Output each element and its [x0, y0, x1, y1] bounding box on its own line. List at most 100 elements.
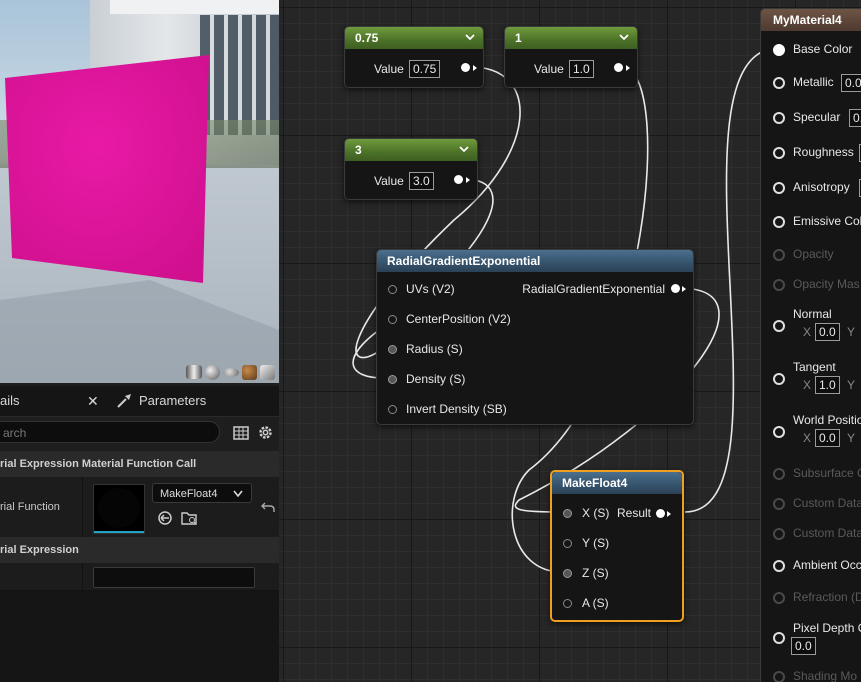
input-pin[interactable] [773, 560, 785, 572]
output-pin[interactable] [461, 63, 470, 72]
function-node-header[interactable]: MakeFloat4 [552, 472, 682, 494]
value-field[interactable]: 0.75 [409, 60, 441, 78]
value-field[interactable]: 1.0 [569, 60, 594, 78]
pin-label: Pixel Depth O [793, 621, 861, 635]
value-field[interactable]: 3.0 [409, 172, 434, 190]
radial-gradient-exponential-node[interactable]: RadialGradientExponential UVs (V2) Cente… [376, 249, 694, 425]
function-node-header[interactable]: RadialGradientExponential [377, 250, 693, 272]
pin-label: Custom Data [793, 526, 861, 540]
pin-label: Base Color [793, 42, 853, 56]
pin-label: Shading Mo [793, 669, 858, 682]
chevron-down-icon[interactable] [618, 29, 630, 45]
details-empty-area [0, 591, 279, 682]
input-label-density: Density (S) [406, 372, 466, 386]
material-result-node[interactable]: MyMaterial4 Base Color Metallic 0.0 Spec… [760, 8, 861, 682]
x-label: X [803, 325, 812, 339]
input-pin[interactable] [773, 632, 785, 644]
tab-parameters[interactable]: Parameters [139, 386, 206, 416]
make-float4-node[interactable]: MakeFloat4 X (S) Y (S) Z (S) A (S) Resul… [550, 470, 684, 622]
input-pin-invert-density[interactable] [388, 405, 397, 414]
cube-preview-icon[interactable] [242, 365, 257, 380]
input-pin[interactable] [773, 147, 785, 159]
input-label-uvs: UVs (V2) [406, 282, 455, 296]
function-thumbnail[interactable] [93, 484, 145, 534]
input-pin-z[interactable] [563, 569, 572, 578]
output-arrow-icon [473, 65, 477, 71]
input-pin-center-position[interactable] [388, 315, 397, 324]
constant-node-title: 1 [515, 31, 522, 45]
tangent-x-field[interactable]: 1.0 [815, 376, 840, 394]
input-pin [773, 468, 785, 480]
pin-label: Custom Data [793, 496, 861, 510]
constant-node-1[interactable]: 1 Value 1.0 [504, 26, 638, 88]
section-material-expression[interactable]: rial Expression [0, 537, 279, 563]
input-pin [773, 498, 785, 510]
preview-viewport[interactable] [0, 0, 279, 383]
output-label-result: Result [617, 506, 652, 520]
sphere-preview-icon[interactable] [205, 365, 220, 380]
browse-to-asset-icon[interactable] [157, 510, 173, 526]
material-result-header[interactable]: MyMaterial4 [761, 9, 861, 31]
input-pin[interactable] [773, 182, 785, 194]
material-graph-canvas[interactable]: 0.75 Value 0.75 1 Value 1.0 3 Value 3.0 … [279, 0, 861, 682]
find-in-browser-icon[interactable] [181, 510, 199, 526]
chevron-down-icon [233, 490, 243, 498]
input-pin[interactable] [773, 320, 785, 332]
material-function-row: rial Function MakeFloat4 [0, 477, 279, 538]
constant-node-header[interactable]: 1 [505, 27, 637, 49]
plane-preview-icon[interactable] [223, 368, 239, 377]
chevron-down-icon[interactable] [464, 29, 476, 45]
chevron-down-icon[interactable] [458, 141, 470, 157]
constant-node-title: 3 [355, 143, 362, 157]
input-pin[interactable] [773, 44, 785, 56]
details-search-input[interactable]: arch [0, 421, 220, 443]
pin-label: Tangent [793, 360, 836, 374]
description-input[interactable] [93, 567, 255, 588]
world-x-field[interactable]: 0.0 [815, 429, 840, 447]
input-pin[interactable] [773, 77, 785, 89]
metallic-value-field[interactable]: 0.0 [841, 74, 861, 92]
constant-node-title: 0.75 [355, 31, 379, 45]
table-view-icon[interactable] [233, 425, 249, 441]
constant-node-0-75[interactable]: 0.75 Value 0.75 [344, 26, 484, 88]
reset-to-default-icon[interactable] [261, 501, 275, 513]
constant-node-3[interactable]: 3 Value 3.0 [344, 138, 478, 200]
input-pin[interactable] [773, 112, 785, 124]
material-expression-row [0, 563, 279, 591]
cylinder-preview-icon[interactable] [186, 365, 202, 379]
output-pin[interactable] [656, 509, 665, 518]
y-label: Y [847, 378, 856, 392]
output-pin[interactable] [454, 175, 463, 184]
pin-label: Ambient Occ [793, 558, 861, 572]
y-label: Y [847, 431, 856, 445]
input-pin-uvs[interactable] [388, 285, 397, 294]
section-material-function-call[interactable]: rial Expression Material Function Call [0, 451, 279, 477]
pin-label: Normal [793, 307, 832, 321]
constant-node-header[interactable]: 3 [345, 139, 477, 161]
function-asset-dropdown[interactable]: MakeFloat4 [152, 483, 252, 503]
input-pin-y[interactable] [563, 539, 572, 548]
output-arrow-icon [466, 177, 470, 183]
value-label: Value [374, 174, 404, 188]
output-pin[interactable] [671, 284, 680, 293]
input-label-center-position: CenterPosition (V2) [406, 312, 511, 326]
input-pin-a[interactable] [563, 599, 572, 608]
output-pin[interactable] [614, 63, 623, 72]
input-pin[interactable] [773, 373, 785, 385]
specular-value-field[interactable]: 0. [849, 109, 861, 127]
close-tab-icon[interactable]: ✕ [87, 386, 99, 416]
input-pin[interactable] [773, 426, 785, 438]
normal-x-field[interactable]: 0.0 [815, 323, 840, 341]
value-label: Value [374, 62, 404, 76]
constant-node-header[interactable]: 0.75 [345, 27, 483, 49]
input-label-invert-density: Invert Density (SB) [406, 402, 507, 416]
pixel-depth-field[interactable]: 0.0 [791, 637, 816, 655]
input-pin-radius[interactable] [388, 345, 397, 354]
input-pin-density[interactable] [388, 375, 397, 384]
output-arrow-icon [667, 511, 671, 517]
custom-mesh-preview-icon[interactable] [260, 365, 275, 380]
gear-icon[interactable] [257, 424, 274, 441]
input-pin[interactable] [773, 216, 785, 228]
input-pin-x[interactable] [563, 509, 572, 518]
tab-details[interactable]: ails [0, 386, 20, 416]
